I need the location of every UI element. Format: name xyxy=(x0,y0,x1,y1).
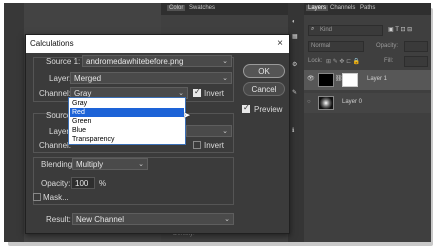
chevron-down-icon: ⌄ xyxy=(222,58,228,65)
mask-checkbox[interactable] xyxy=(33,193,41,201)
blending-mode-select[interactable]: Multiply ⌄ xyxy=(72,158,148,170)
filter-icons[interactable]: ▣ T ⊡ ⊟ xyxy=(388,26,412,33)
layer-thumbnail xyxy=(318,96,334,110)
ok-button[interactable]: OK xyxy=(243,64,285,78)
channel-dropdown-list: Gray Red Green Blue Transparency xyxy=(68,97,186,145)
source1-invert-checkbox[interactable] xyxy=(193,87,201,97)
source1-layer-select[interactable]: Merged ⌄ xyxy=(70,72,232,84)
chevron-down-icon: ⌄ xyxy=(224,216,230,223)
search-icon: ⌕ xyxy=(311,26,315,32)
layer-mask-thumbnail xyxy=(342,73,358,87)
opacity-label: Opacity: xyxy=(41,179,71,188)
blend-mode-value: Normal xyxy=(311,43,331,49)
layers-panel: Layers Channels Paths Kind ⌕ ▣ T ⊡ ⊟ Nor… xyxy=(304,3,431,242)
swatches-icon[interactable]: ▦ xyxy=(292,33,298,40)
source2-invert-checkbox[interactable] xyxy=(193,141,201,149)
info-icon[interactable]: ℹ xyxy=(292,127,294,134)
channel-option-transparency[interactable]: Transparency xyxy=(70,135,184,144)
mask-label[interactable]: Mask... xyxy=(43,193,69,202)
lock-label: Lock: xyxy=(308,58,323,64)
channel-option-gray[interactable]: Gray xyxy=(70,99,184,108)
preview-checkbox[interactable] xyxy=(242,103,250,113)
preview-label: Preview xyxy=(254,105,283,114)
visibility-off-icon[interactable]: ○ xyxy=(307,99,311,105)
brush-icon[interactable]: ✎ xyxy=(292,89,297,96)
dialog-title: Calculations xyxy=(30,39,74,48)
opacity-field[interactable] xyxy=(404,41,428,52)
tab-swatches[interactable]: Swatches xyxy=(189,5,215,11)
opacity-value: 100 xyxy=(75,179,89,188)
channel-option-green[interactable]: Green xyxy=(70,117,184,126)
source2-invert-label: Invert xyxy=(204,141,225,150)
opacity-label: Opacity: xyxy=(376,43,399,49)
result-label: Result: xyxy=(46,215,71,224)
fill-field[interactable] xyxy=(404,56,428,67)
blending-mode-value: Multiply xyxy=(76,160,104,169)
visibility-eye-icon[interactable]: 👁 xyxy=(307,75,315,82)
chevron-down-icon: ⌄ xyxy=(138,161,144,168)
channel-option-red[interactable]: Red xyxy=(70,108,184,117)
color-icon[interactable]: ◐ xyxy=(292,19,296,25)
source1-layer-value: Merged xyxy=(74,74,102,83)
layer-name[interactable]: Layer 0 xyxy=(342,99,362,105)
source1-layer-label: Layer: xyxy=(49,74,72,83)
mouse-cursor-icon: ➤ xyxy=(183,110,191,120)
tab-color[interactable]: Color xyxy=(167,5,186,11)
chevron-down-icon: ⌄ xyxy=(222,128,228,135)
source2-layer-select[interactable]: ⌄ xyxy=(186,125,232,137)
opacity-input[interactable]: 100 xyxy=(71,177,95,189)
layer-name[interactable]: Layer 1 xyxy=(367,76,387,82)
source1-file-value: andromedawhitebefore.png xyxy=(86,57,184,66)
dialog-title-bar: Calculations × xyxy=(26,35,289,53)
source1-invert-label: Invert xyxy=(204,89,225,98)
blending-label: Blending: xyxy=(41,160,75,169)
gear-icon[interactable]: ⚙ xyxy=(292,61,297,68)
layer-search-input[interactable]: Kind xyxy=(320,27,332,33)
close-icon[interactable]: × xyxy=(277,38,283,49)
source1-label: Source 1: xyxy=(46,57,81,66)
percent-sign: % xyxy=(99,179,107,188)
channel-option-blue[interactable]: Blue xyxy=(70,126,184,135)
tab-paths[interactable]: Paths xyxy=(360,5,375,11)
cancel-button[interactable]: Cancel xyxy=(243,82,285,96)
source1-file-select[interactable]: andromedawhitebefore.png ⌄ xyxy=(82,55,232,67)
tab-channels[interactable]: Channels xyxy=(330,5,355,11)
chevron-down-icon: ⌄ xyxy=(222,75,228,82)
result-value: New Channel xyxy=(76,215,125,224)
source2-channel-label: Channel: xyxy=(39,141,72,150)
panel-icon-strip: ◐ ▦ ⚙ ✎ ℹ xyxy=(288,3,304,242)
tab-layers[interactable]: Layers xyxy=(306,5,329,11)
layer-thumbnail xyxy=(318,73,334,87)
tool-strip xyxy=(4,3,24,242)
result-select[interactable]: New Channel ⌄ xyxy=(72,213,234,225)
chevron-down-icon: ⌄ xyxy=(178,90,184,97)
fill-label: Fill: xyxy=(384,58,394,64)
lock-icons[interactable]: ⊞ ✎ ✥ ⊏ 🔒 xyxy=(326,58,360,65)
source1-channel-label: Channel: xyxy=(39,89,72,98)
